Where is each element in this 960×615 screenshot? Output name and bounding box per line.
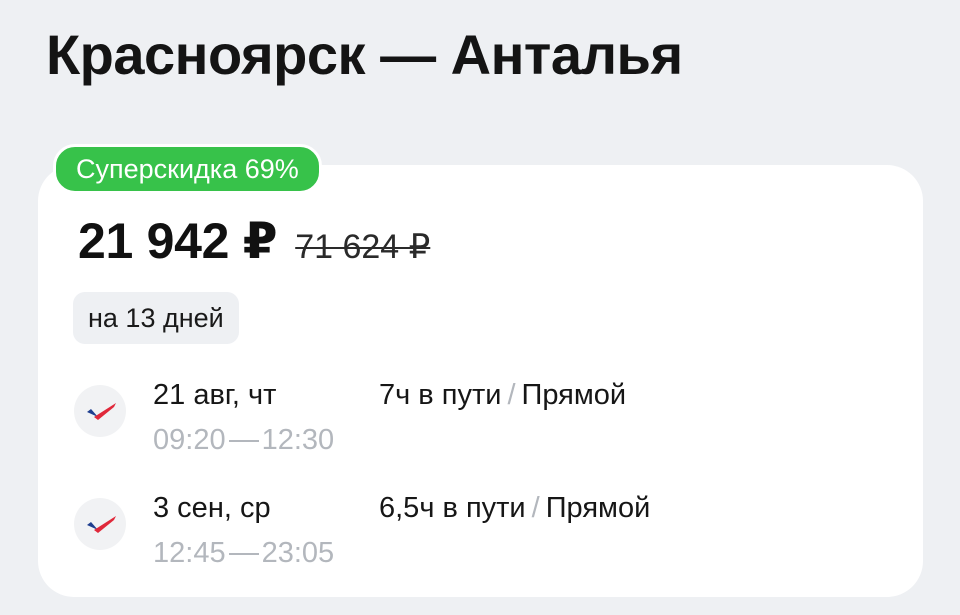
airline-logo-icon [74, 385, 126, 437]
flight-type: Прямой [521, 379, 627, 411]
segment-times: 12:45 23:05 [153, 537, 334, 570]
flight-type: Прямой [545, 492, 651, 524]
time-separator [228, 553, 259, 556]
info-separator: / [507, 379, 516, 411]
arrival-time: 12:30 [261, 424, 335, 456]
airline-logo-icon [74, 498, 126, 550]
travel-time: 6,5ч в пути [379, 492, 526, 524]
flight-segment-outbound: 21 авг, чт 09:20 12:30 7ч в пути / Прямой [74, 379, 874, 469]
segment-times: 09:20 12:30 [153, 424, 334, 457]
segment-info: 6,5ч в пути / Прямой [379, 492, 650, 525]
segment-info: 7ч в пути / Прямой [379, 379, 626, 412]
departure-time: 09:20 [153, 424, 226, 456]
page-title: Красноярск — Анталья [46, 23, 683, 86]
info-separator: / [531, 492, 540, 524]
arrival-time: 23:05 [261, 537, 335, 569]
trip-duration-chip: на 13 дней [73, 292, 239, 344]
current-price: 21 942 ₽ [78, 213, 278, 269]
departure-time: 12:45 [153, 537, 226, 569]
discount-badge: Суперскидка 69% [53, 144, 322, 194]
flight-segment-return: 3 сен, ср 12:45 23:05 6,5ч в пути / Прямой [74, 492, 874, 582]
time-separator [228, 440, 259, 443]
old-price: 71 624 ₽ [295, 228, 431, 266]
segment-date: 3 сен, ср [153, 492, 271, 524]
travel-time: 7ч в пути [379, 379, 502, 411]
price-row: 21 942 ₽ 71 624 ₽ [78, 212, 430, 270]
segment-date: 21 авг, чт [153, 379, 277, 411]
